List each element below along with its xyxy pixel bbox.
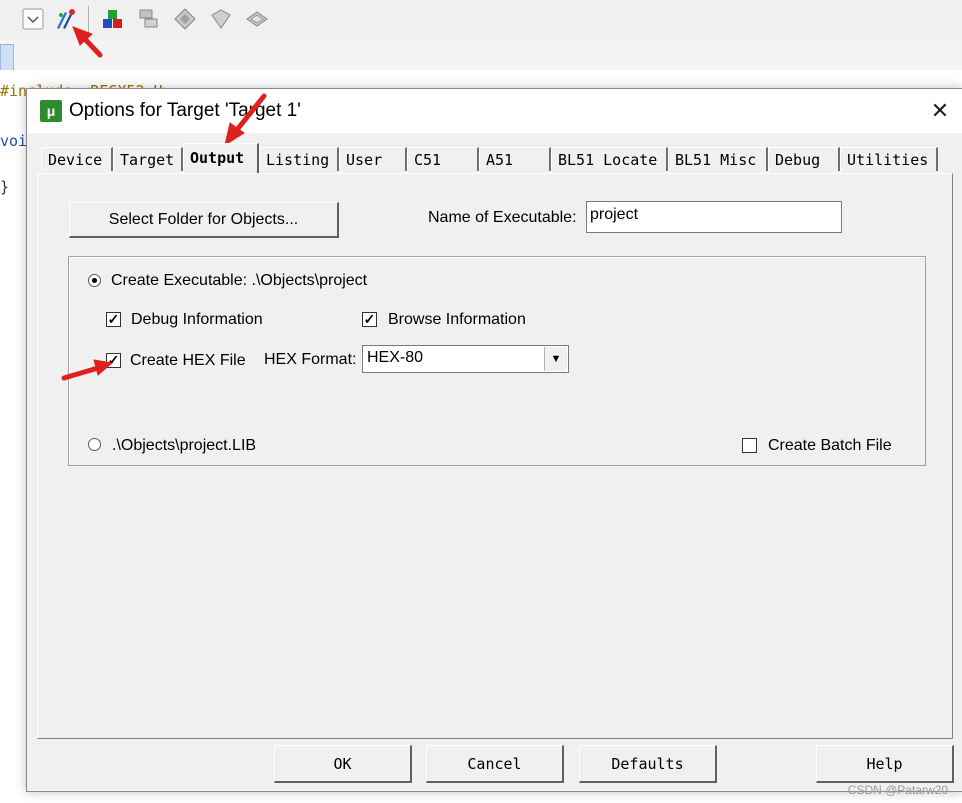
browse-information-checkbox[interactable]: ✓	[362, 312, 377, 327]
layers-icon[interactable]	[244, 6, 270, 32]
dialog-titlebar[interactable]: μ Options for Target 'Target 1' ✕	[27, 89, 962, 133]
editor-tab[interactable]	[0, 44, 14, 72]
keil-app-icon: μ	[40, 100, 62, 122]
debug-information-label: Debug Information	[131, 311, 263, 328]
select-folder-button[interactable]: Select Folder for Objects...	[69, 202, 339, 238]
create-library-radio[interactable]	[88, 438, 101, 451]
create-library-label: .\Objects\project.LIB	[112, 437, 257, 454]
hex-format-value: HEX-80	[367, 349, 424, 366]
tab-bl51-locate[interactable]: BL51 Locate	[551, 147, 668, 171]
options-dialog: μ Options for Target 'Target 1' ✕ Device…	[26, 88, 962, 792]
tab-user[interactable]: User	[339, 147, 407, 171]
tab-device[interactable]: Device	[41, 147, 113, 171]
name-of-executable-label: Name of Executable:	[428, 209, 577, 226]
tab-bl51-misc[interactable]: BL51 Misc	[668, 147, 768, 171]
code-line: }	[0, 178, 10, 196]
cancel-button[interactable]: Cancel	[426, 745, 564, 783]
tab-utilities[interactable]: Utilities	[840, 147, 938, 171]
close-button[interactable]: ✕	[917, 89, 962, 133]
ok-button[interactable]: OK	[274, 745, 412, 783]
output-tab-panel: Select Folder for Objects... Name of Exe…	[37, 173, 953, 739]
tab-c51[interactable]: C51	[407, 147, 479, 171]
create-hex-label: Create HEX File	[130, 352, 246, 369]
debug-information-checkbox[interactable]: ✓	[106, 312, 121, 327]
create-executable-radio[interactable]	[88, 274, 101, 287]
dialog-title: Options for Target 'Target 1'	[69, 100, 301, 121]
help-button[interactable]: Help	[816, 745, 954, 783]
hex-format-label: HEX Format:	[264, 351, 357, 368]
create-hex-checkbox[interactable]: ✓	[106, 353, 121, 368]
pack-installer-icon[interactable]	[172, 6, 198, 32]
ide-toolbar	[0, 0, 962, 41]
watermark: CSDN @Patarw20	[847, 783, 948, 797]
browse-information-label: Browse Information	[388, 311, 526, 328]
ide-tab-strip	[0, 40, 962, 71]
chevron-down-icon[interactable]: ▼	[544, 347, 567, 371]
select-packs-icon[interactable]	[136, 6, 162, 32]
tab-debug[interactable]: Debug	[768, 147, 840, 171]
diamond-tool-icon[interactable]	[208, 6, 234, 32]
options-for-target-icon[interactable]	[53, 6, 79, 32]
create-executable-label: Create Executable: .\Objects\project	[111, 272, 368, 289]
tab-listing[interactable]: Listing	[259, 147, 339, 171]
defaults-button[interactable]: Defaults	[579, 745, 717, 783]
create-batch-file-label: Create Batch File	[768, 437, 892, 454]
tab-target[interactable]: Target	[113, 147, 183, 171]
manage-components-icon[interactable]	[100, 6, 126, 32]
create-batch-file-checkbox[interactable]	[742, 438, 757, 453]
tab-a51[interactable]: A51	[479, 147, 551, 171]
hex-format-select[interactable]: HEX-80 ▼	[362, 345, 569, 373]
name-of-executable-input[interactable]: project	[586, 201, 842, 233]
dropdown-icon[interactable]	[20, 6, 46, 32]
tab-output[interactable]: Output	[183, 143, 259, 173]
